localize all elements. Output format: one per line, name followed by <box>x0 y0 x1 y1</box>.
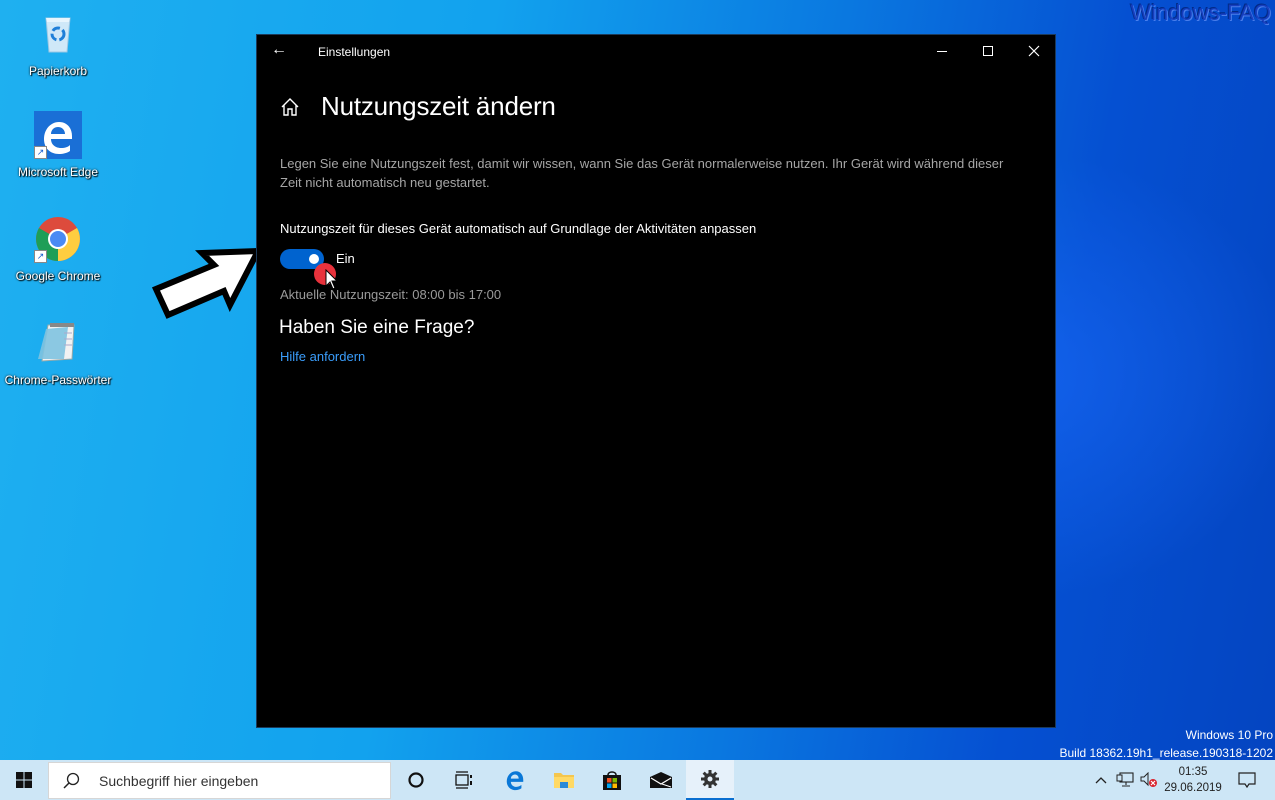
task-view-icon <box>455 771 472 789</box>
annotation-arrow-icon <box>151 247 262 319</box>
taskbar-file-explorer[interactable] <box>540 760 588 800</box>
taskbar-clock[interactable]: 01:35 29.06.2019 <box>1160 764 1226 796</box>
desktop-icon-label: Chrome-Passwörter <box>4 373 112 387</box>
desktop-icon-label: Google Chrome <box>15 269 101 283</box>
taskbar-edge[interactable] <box>491 760 539 800</box>
toggle-state-label: Ein <box>336 251 355 266</box>
minimize-button[interactable] <box>919 35 965 67</box>
desktop-icon-recycle-bin[interactable]: Papierkorb <box>3 10 113 78</box>
description-text: Legen Sie eine Nutzungszeit fest, damit … <box>280 156 1004 190</box>
close-icon <box>1028 45 1040 57</box>
chrome-icon: ↗ <box>34 215 82 263</box>
back-arrow-icon[interactable]: ← <box>271 41 287 59</box>
network-tray-button[interactable] <box>1114 760 1136 800</box>
os-edition: Windows 10 Pro <box>1185 728 1273 742</box>
show-hidden-icons-button[interactable] <box>1092 760 1110 800</box>
desktop-icon-chrome[interactable]: ↗ Google Chrome <box>3 215 113 283</box>
network-icon <box>1116 772 1134 787</box>
start-button[interactable] <box>0 760 48 800</box>
taskbar: Suchbegriff hier eingeben 01:35 29.06.20… <box>0 760 1275 800</box>
clock-date: 29.06.2019 <box>1164 782 1222 794</box>
watermark: Windows-FAQ <box>1130 0 1271 25</box>
minimize-icon <box>937 50 947 52</box>
question-heading: Haben Sie eine Frage? <box>279 317 475 338</box>
cortana-circle-icon <box>408 772 424 788</box>
gear-icon <box>701 770 719 788</box>
taskbar-cortana[interactable] <box>392 760 440 800</box>
page-title: Nutzungszeit ändern <box>321 91 556 121</box>
recycle-bin-icon <box>34 10 82 58</box>
edge-icon <box>506 771 524 791</box>
os-version-watermark: Windows 10 Pro Build 18362.19h1_release.… <box>1059 726 1273 762</box>
store-bag-icon <box>603 771 621 790</box>
edge-icon: ↗ <box>34 111 82 159</box>
taskbar-mail[interactable] <box>637 760 685 800</box>
toggle-heading: Nutzungszeit für dieses Gerät automatisc… <box>280 221 757 236</box>
maximize-icon <box>983 46 993 56</box>
folder-icon <box>554 773 574 788</box>
taskbar-task-view[interactable] <box>440 760 488 800</box>
taskbar-search-input[interactable]: Suchbegriff hier eingeben <box>48 762 391 799</box>
volume-muted-icon <box>1140 772 1157 787</box>
clock-time: 01:35 <box>1178 766 1208 778</box>
chevron-up-icon <box>1095 777 1107 784</box>
search-placeholder: Suchbegriff hier eingeben <box>99 772 259 789</box>
taskbar-settings[interactable] <box>686 760 734 800</box>
toggle-knob <box>309 254 319 264</box>
volume-tray-button[interactable] <box>1138 760 1160 800</box>
taskbar-store[interactable] <box>588 760 636 800</box>
desktop-icon-edge[interactable]: ↗ Microsoft Edge <box>3 111 113 179</box>
desktop-icon-label: Papierkorb <box>28 64 88 78</box>
desktop-icon-label: Microsoft Edge <box>17 165 99 179</box>
notepad-icon <box>34 319 82 367</box>
title-bar[interactable]: ← Einstellungen <box>257 35 1055 67</box>
action-center-button[interactable] <box>1232 760 1262 800</box>
window-title: Einstellungen <box>318 45 391 59</box>
mail-icon <box>650 772 672 788</box>
shortcut-arrow-icon: ↗ <box>34 146 47 159</box>
page-header: Nutzungszeit ändern <box>279 91 556 122</box>
maximize-button[interactable] <box>965 35 1011 67</box>
close-button[interactable] <box>1011 35 1057 67</box>
shortcut-arrow-icon: ↗ <box>34 250 47 263</box>
windows-logo-icon <box>16 772 32 788</box>
home-icon[interactable] <box>279 96 301 118</box>
desktop-icon-chrome-passwords[interactable]: Chrome-Passwörter <box>3 319 113 387</box>
search-icon <box>63 772 80 789</box>
get-help-link[interactable]: Hilfe anfordern <box>280 349 365 364</box>
current-active-hours: Aktuelle Nutzungszeit: 08:00 bis 17:00 <box>280 287 502 302</box>
notification-icon <box>1238 772 1256 789</box>
settings-window: ← Einstellungen Nutzungszeit ändern Lege… <box>256 34 1056 728</box>
